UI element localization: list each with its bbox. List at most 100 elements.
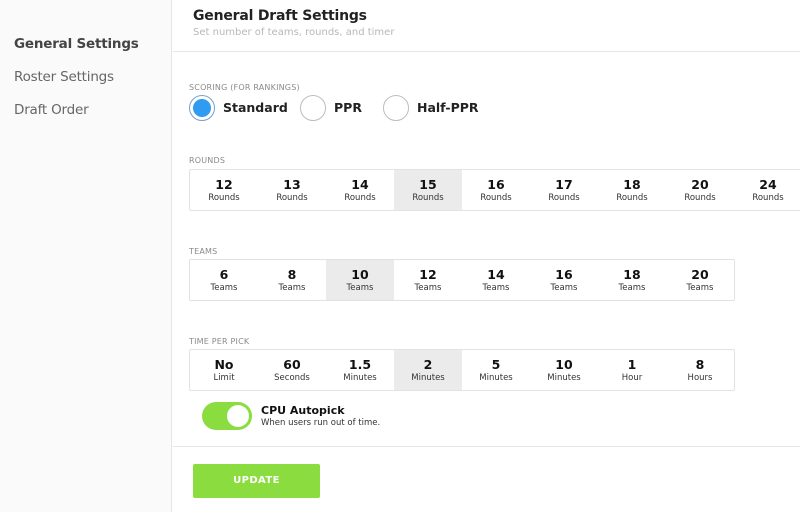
option-unit: Teams bbox=[482, 283, 510, 293]
option-unit: Teams bbox=[210, 283, 238, 293]
option-unit: Rounds bbox=[480, 193, 512, 203]
teams-option[interactable]: 20 Teams bbox=[666, 260, 734, 300]
option-unit: Rounds bbox=[344, 193, 376, 203]
option-unit: Rounds bbox=[616, 193, 648, 203]
option-unit: Rounds bbox=[412, 193, 444, 203]
sidebar-item-draft-order[interactable]: Draft Order bbox=[14, 102, 89, 118]
rounds-selector: 12 Rounds 13 Rounds 14 Rounds 15 Rounds 16 Ro… bbox=[189, 169, 800, 211]
cpu-autopick-toggle[interactable] bbox=[202, 402, 252, 430]
option-value: 2 bbox=[423, 357, 433, 372]
radio-unselected-icon bbox=[383, 95, 409, 121]
sidebar: General Settings Roster Settings Draft O… bbox=[0, 0, 172, 512]
rounds-option[interactable]: 17 Rounds bbox=[530, 170, 598, 210]
option-unit: Limit bbox=[213, 373, 235, 383]
option-value: 20 bbox=[691, 267, 709, 282]
option-unit: Minutes bbox=[411, 373, 445, 383]
rounds-option-selected[interactable]: 15 Rounds bbox=[394, 170, 462, 210]
option-unit: Minutes bbox=[547, 373, 581, 383]
update-button[interactable]: UPDATE bbox=[193, 464, 320, 498]
radio-selected-icon bbox=[189, 95, 215, 121]
option-unit: Rounds bbox=[752, 193, 784, 203]
option-value: 16 bbox=[555, 267, 573, 282]
page-subtitle: Set number of teams, rounds, and timer bbox=[193, 27, 395, 38]
page-header: General Draft Settings Set number of tea… bbox=[173, 0, 800, 52]
option-unit: Rounds bbox=[208, 193, 240, 203]
time-option[interactable]: 1 Hour bbox=[598, 350, 666, 390]
option-value: 14 bbox=[487, 267, 505, 282]
sidebar-item-roster-settings[interactable]: Roster Settings bbox=[14, 69, 114, 85]
teams-selector: 6 Teams 8 Teams 10 Teams 12 Teams 14 Teams 16… bbox=[189, 259, 735, 301]
teams-option[interactable]: 16 Teams bbox=[530, 260, 598, 300]
option-value: No bbox=[214, 357, 234, 372]
time-option-selected[interactable]: 2 Minutes bbox=[394, 350, 462, 390]
option-unit: Teams bbox=[618, 283, 646, 293]
radio-unselected-icon bbox=[300, 95, 326, 121]
time-option[interactable]: No Limit bbox=[190, 350, 258, 390]
rounds-option[interactable]: 24 Rounds bbox=[734, 170, 800, 210]
time-option[interactable]: 8 Hours bbox=[666, 350, 734, 390]
option-value: 24 bbox=[759, 177, 777, 192]
option-value: 18 bbox=[623, 267, 641, 282]
option-value: 14 bbox=[351, 177, 369, 192]
toggle-knob bbox=[227, 405, 249, 427]
option-unit: Teams bbox=[686, 283, 714, 293]
option-value: 6 bbox=[219, 267, 229, 282]
option-unit: Minutes bbox=[343, 373, 377, 383]
option-value: 8 bbox=[287, 267, 297, 282]
option-unit: Hours bbox=[687, 373, 713, 383]
option-value: 18 bbox=[623, 177, 641, 192]
option-value: 20 bbox=[691, 177, 709, 192]
teams-option[interactable]: 14 Teams bbox=[462, 260, 530, 300]
rounds-option[interactable]: 20 Rounds bbox=[666, 170, 734, 210]
option-value: 10 bbox=[555, 357, 573, 372]
option-value: 12 bbox=[419, 267, 437, 282]
teams-label: TEAMS bbox=[189, 247, 218, 256]
option-unit: Teams bbox=[550, 283, 578, 293]
time-per-pick-selector: No Limit 60 Seconds 1.5 Minutes 2 Minutes 5M… bbox=[189, 349, 735, 391]
rounds-option[interactable]: 14 Rounds bbox=[326, 170, 394, 210]
option-value: 5 bbox=[491, 357, 501, 372]
teams-option[interactable]: 18 Teams bbox=[598, 260, 666, 300]
time-option[interactable]: 60 Seconds bbox=[258, 350, 326, 390]
option-unit: Rounds bbox=[276, 193, 308, 203]
cpu-autopick-description: When users run out of time. bbox=[261, 418, 381, 428]
time-per-pick-label: TIME PER PICK bbox=[189, 337, 250, 346]
page-title: General Draft Settings bbox=[193, 8, 367, 24]
option-value: 60 bbox=[283, 357, 301, 372]
footer-divider bbox=[173, 446, 800, 447]
teams-option[interactable]: 12 Teams bbox=[394, 260, 462, 300]
rounds-option[interactable]: 13 Rounds bbox=[258, 170, 326, 210]
time-option[interactable]: 5 Minutes bbox=[462, 350, 530, 390]
option-value: 12 bbox=[215, 177, 233, 192]
option-unit: Minutes bbox=[479, 373, 513, 383]
radio-label: PPR bbox=[334, 100, 362, 115]
teams-option[interactable]: 8 Teams bbox=[258, 260, 326, 300]
time-option[interactable]: 1.5 Minutes bbox=[326, 350, 394, 390]
option-value: 16 bbox=[487, 177, 505, 192]
radio-label: Half-PPR bbox=[417, 100, 479, 115]
option-unit: Teams bbox=[414, 283, 442, 293]
option-value: 17 bbox=[555, 177, 573, 192]
option-unit: Teams bbox=[346, 283, 374, 293]
cpu-autopick-label: CPU Autopick bbox=[261, 404, 345, 417]
scoring-label: SCORING (FOR RANKINGS) bbox=[189, 83, 300, 92]
option-unit: Seconds bbox=[274, 373, 310, 383]
option-value: 15 bbox=[419, 177, 437, 192]
option-unit: Rounds bbox=[684, 193, 716, 203]
rounds-option[interactable]: 12 Rounds bbox=[190, 170, 258, 210]
option-unit: Rounds bbox=[548, 193, 580, 203]
option-value: 10 bbox=[351, 267, 369, 282]
rounds-option[interactable]: 18 Rounds bbox=[598, 170, 666, 210]
radio-label: Standard bbox=[223, 100, 288, 115]
teams-option[interactable]: 6 Teams bbox=[190, 260, 258, 300]
option-value: 1 bbox=[627, 357, 637, 372]
settings-panel: General Draft Settings Set number of tea… bbox=[173, 0, 800, 512]
rounds-option[interactable]: 16 Rounds bbox=[462, 170, 530, 210]
teams-option-selected[interactable]: 10 Teams bbox=[326, 260, 394, 300]
option-value: 1.5 bbox=[348, 357, 372, 372]
option-unit: Hour bbox=[621, 373, 643, 383]
option-value: 8 bbox=[695, 357, 705, 372]
time-option[interactable]: 10 Minutes bbox=[530, 350, 598, 390]
sidebar-item-general-settings[interactable]: General Settings bbox=[14, 36, 139, 52]
rounds-label: ROUNDS bbox=[189, 156, 226, 165]
